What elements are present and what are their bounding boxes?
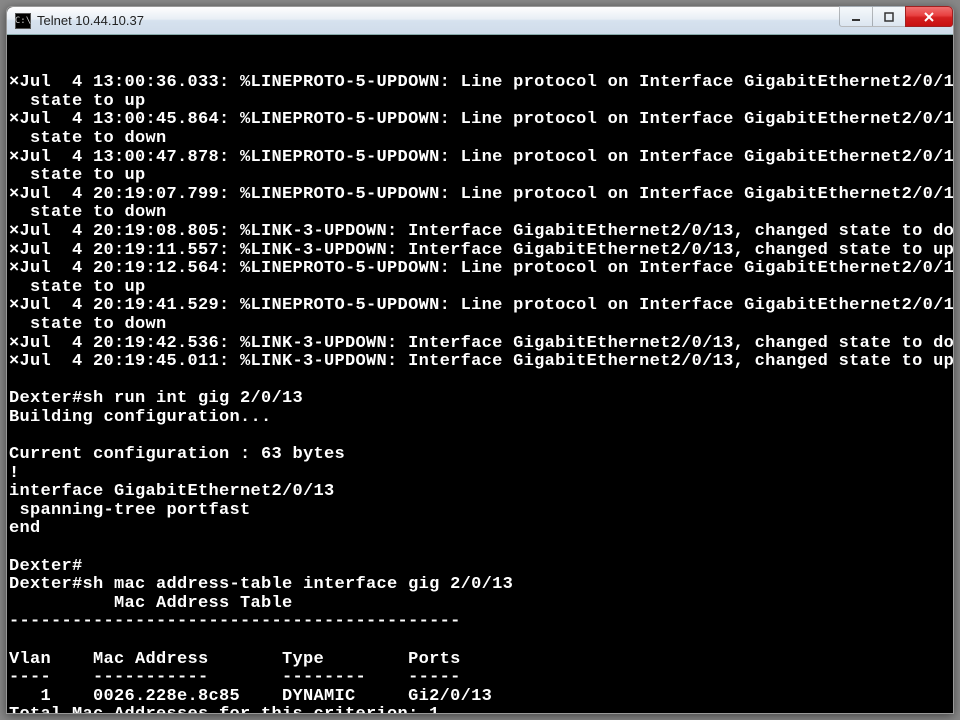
terminal-line: ×Jul 4 13:00:36.033: %LINEPROTO-5-UPDOWN… <box>7 74 953 93</box>
terminal-line: Current configuration : 63 bytes <box>7 446 953 465</box>
terminal-line: ---- ----------- -------- ----- <box>7 669 953 688</box>
terminal-line: end <box>7 520 953 539</box>
maximize-button[interactable] <box>872 6 906 27</box>
terminal-line <box>7 632 953 651</box>
terminal-line: state to down <box>7 316 953 335</box>
terminal-line: ×Jul 4 20:19:41.529: %LINEPROTO-5-UPDOWN… <box>7 297 953 316</box>
terminal-line: 1 0026.228e.8c85 DYNAMIC Gi2/0/13 <box>7 688 953 707</box>
terminal-line: ×Jul 4 20:19:08.805: %LINK-3-UPDOWN: Int… <box>7 223 953 242</box>
terminal-line: ×Jul 4 13:00:45.864: %LINEPROTO-5-UPDOWN… <box>7 111 953 130</box>
terminal-line: spanning-tree portfast <box>7 502 953 521</box>
terminal-line: state to up <box>7 279 953 298</box>
minimize-button[interactable] <box>839 6 873 27</box>
terminal-line: ×Jul 4 13:00:47.878: %LINEPROTO-5-UPDOWN… <box>7 149 953 168</box>
terminal-line <box>7 427 953 446</box>
terminal-output[interactable]: ×Jul 4 13:00:36.033: %LINEPROTO-5-UPDOWN… <box>7 35 953 713</box>
terminal-line: state to down <box>7 204 953 223</box>
terminal-line: ×Jul 4 20:19:11.557: %LINK-3-UPDOWN: Int… <box>7 242 953 261</box>
terminal-line: ×Jul 4 20:19:45.011: %LINK-3-UPDOWN: Int… <box>7 353 953 372</box>
terminal-line: ----------------------------------------… <box>7 613 953 632</box>
terminal-line <box>7 372 953 391</box>
terminal-line: Vlan Mac Address Type Ports <box>7 651 953 670</box>
terminal-line <box>7 539 953 558</box>
terminal-line: ×Jul 4 20:19:12.564: %LINEPROTO-5-UPDOWN… <box>7 260 953 279</box>
close-button[interactable] <box>905 6 953 27</box>
terminal-line: Building configuration... <box>7 409 953 428</box>
telnet-window: C:\ Telnet 10.44.10.37 ×Jul 4 13:00:36.0… <box>6 6 954 714</box>
titlebar[interactable]: C:\ Telnet 10.44.10.37 <box>7 7 953 35</box>
terminal-line: ×Jul 4 20:19:42.536: %LINK-3-UPDOWN: Int… <box>7 335 953 354</box>
terminal-icon: C:\ <box>15 13 31 29</box>
terminal-line: Mac Address Table <box>7 595 953 614</box>
terminal-line: Dexter#sh run int gig 2/0/13 <box>7 390 953 409</box>
terminal-line: interface GigabitEthernet2/0/13 <box>7 483 953 502</box>
terminal-line: state to up <box>7 93 953 112</box>
terminal-line: state to up <box>7 167 953 186</box>
terminal-line: Total Mac Addresses for this criterion: … <box>7 706 953 713</box>
window-title: Telnet 10.44.10.37 <box>37 13 144 28</box>
window-controls <box>840 6 953 27</box>
terminal-line: ! <box>7 465 953 484</box>
terminal-line: state to down <box>7 130 953 149</box>
terminal-line: ×Jul 4 20:19:07.799: %LINEPROTO-5-UPDOWN… <box>7 186 953 205</box>
terminal-line: Dexter#sh mac address-table interface gi… <box>7 576 953 595</box>
terminal-line: Dexter# <box>7 558 953 577</box>
